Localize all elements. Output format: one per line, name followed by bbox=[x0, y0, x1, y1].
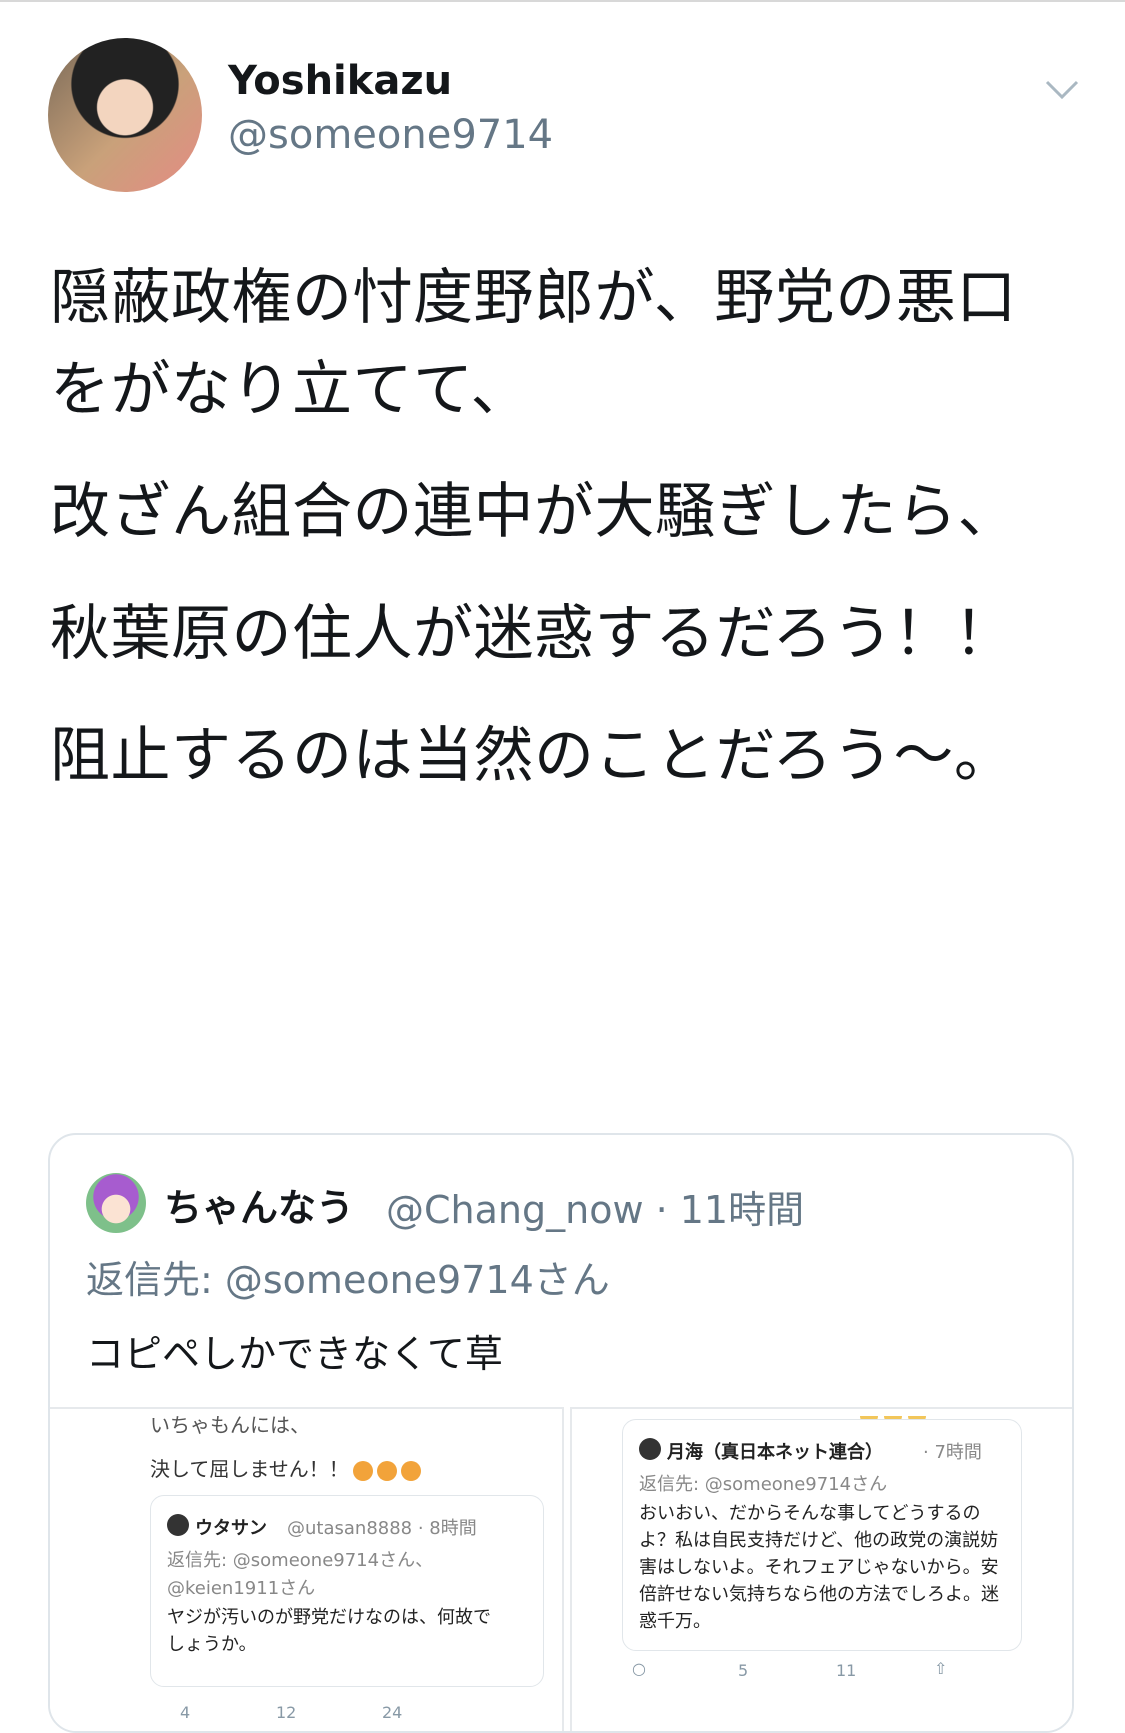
embedded-card: 月海（真日本ネット連合） · 7時間 返信先: @someone9714さん お… bbox=[622, 1419, 1022, 1651]
media-image-right[interactable]: 月海（真日本ネット連合） · 7時間 返信先: @someone9714さん お… bbox=[570, 1407, 1072, 1731]
tweet-line: 阻止するのは当然のことだろう〜。 bbox=[50, 721, 1015, 791]
quoted-tweet[interactable]: ちゃんなう @Chang_now · 11時間 返信先: @someone971… bbox=[48, 1133, 1074, 1733]
tweet-line: 秋葉原の住人が迷惑するだろう！！ bbox=[50, 599, 1015, 669]
author-avatar[interactable] bbox=[48, 38, 202, 192]
tweet-line: 改ざん組合の連中が大騒ぎしたら、 bbox=[50, 477, 1018, 547]
tweet-text: 隠蔽政権の忖度野郎が、野党の悪口をがなり立てて、 改ざん組合の連中が大騒ぎしたら… bbox=[50, 252, 1060, 832]
cut-text: いちゃもんには、 bbox=[150, 1413, 310, 1437]
tweet-line: 隠蔽政権の忖度野郎が、野党の悪口をがなり立てて、 bbox=[50, 263, 1017, 425]
quoted-handle-time: @Chang_now · 11時間 bbox=[386, 1188, 805, 1232]
retweet-count: 12 bbox=[276, 1703, 297, 1722]
quoted-avatar bbox=[86, 1173, 146, 1233]
card-body: おいおい、だからそんな事してどうするのよ？私は自民支持だけど、他の政党の演説妨害… bbox=[639, 1503, 999, 1632]
author-name[interactable]: Yoshikazu bbox=[228, 58, 452, 104]
like-count: 24 bbox=[382, 1703, 403, 1722]
like-count: 11 bbox=[836, 1661, 857, 1680]
emoji-strip bbox=[860, 1409, 940, 1424]
reply-icon: ○ bbox=[632, 1659, 646, 1678]
share-icon: ⇧ bbox=[934, 1659, 948, 1678]
card-reply-2: @keien1911さん bbox=[167, 1578, 316, 1599]
quoted-text: コピペしかできなくて草 bbox=[86, 1332, 503, 1376]
shot-actions: 4 12 24 bbox=[150, 1701, 542, 1731]
shot-line: 決して屈しません！！ bbox=[150, 1453, 421, 1482]
quoted-media: いちゃもんには、 決して屈しません！！ ウタサン @utasan8888 · 8… bbox=[50, 1407, 1072, 1731]
reply-count: 4 bbox=[180, 1703, 191, 1722]
card-avatar bbox=[167, 1514, 189, 1536]
card-reply: 返信先: @someone9714さん bbox=[639, 1474, 888, 1495]
shot-actions: ○ 5 11 ⇧ bbox=[622, 1659, 1020, 1689]
card-reply: 返信先: @someone9714さん、 bbox=[167, 1550, 434, 1571]
top-divider bbox=[0, 0, 1125, 2]
chevron-down-icon[interactable] bbox=[1044, 78, 1080, 102]
author-handle[interactable]: @someone9714 bbox=[228, 112, 553, 158]
embedded-card: ウタサン @utasan8888 · 8時間 返信先: @someone9714… bbox=[150, 1495, 544, 1687]
card-body: ヤジが汚いのが野党だけなのは、何故でしょうか。 bbox=[167, 1607, 491, 1655]
card-name: 月海（真日本ネット連合） bbox=[667, 1442, 883, 1463]
card-meta: · 7時間 bbox=[923, 1442, 982, 1463]
card-meta: @utasan8888 · 8時間 bbox=[287, 1518, 477, 1539]
quoted-reply-to: 返信先: @someone9714さん bbox=[86, 1258, 610, 1302]
card-name: ウタサン bbox=[195, 1518, 267, 1539]
quoted-author-name: ちゃんなう bbox=[164, 1186, 355, 1230]
retweet-count: 5 bbox=[738, 1661, 749, 1680]
card-avatar bbox=[639, 1438, 661, 1460]
media-image-left[interactable]: いちゃもんには、 決して屈しません！！ ウタサン @utasan8888 · 8… bbox=[50, 1407, 564, 1731]
